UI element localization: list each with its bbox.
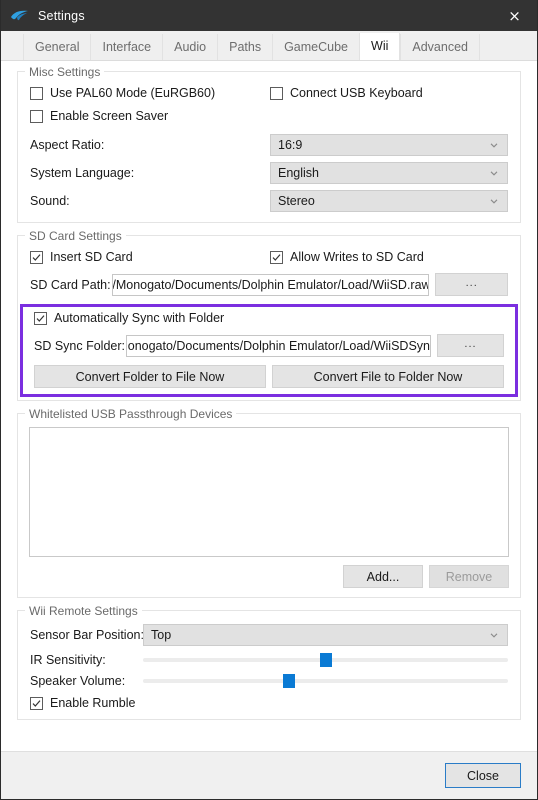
ir-sensitivity-slider[interactable] [143, 652, 508, 668]
sd-card-path-input[interactable]: /Monogato/Documents/Dolphin Emulator/Loa… [112, 273, 430, 296]
sd-sync-folder-label: SD Sync Folder: [34, 338, 126, 353]
sensor-bar-position-label: Sensor Bar Position: [30, 628, 144, 642]
aspect-ratio-select[interactable]: 16:9 [270, 134, 508, 156]
enable-rumble-checkbox[interactable]: Enable Rumble [30, 696, 135, 710]
slider-handle[interactable] [283, 674, 295, 688]
sound-select[interactable]: Stereo [270, 190, 508, 212]
auto-sync-label: Automatically Sync with Folder [54, 311, 225, 325]
tab-paths[interactable]: Paths [217, 34, 273, 60]
sd-sync-folder-browse-button[interactable]: ... [437, 334, 504, 357]
sensor-bar-position-select[interactable]: Top [143, 624, 508, 646]
remove-device-button[interactable]: Remove [429, 565, 509, 588]
speaker-volume-slider[interactable] [143, 673, 508, 689]
use-pal60-label: Use PAL60 Mode (EuRGB60) [50, 86, 216, 100]
use-pal60-checkbox[interactable]: Use PAL60 Mode (EuRGB60) [30, 86, 270, 100]
sd-card-path-value: /Monogato/Documents/Dolphin Emulator/Loa… [112, 277, 430, 292]
chevron-down-icon [490, 199, 498, 204]
tab-audio[interactable]: Audio [162, 34, 218, 60]
system-language-value: English [278, 166, 319, 180]
insert-sd-card-label: Insert SD Card [50, 250, 133, 264]
slider-handle[interactable] [319, 653, 332, 667]
checkbox-box [30, 86, 43, 100]
sensor-bar-position-value: Top [151, 628, 172, 642]
connect-usb-keyboard-checkbox[interactable]: Connect USB Keyboard [270, 86, 423, 100]
checkbox-box [30, 250, 43, 264]
sd-card-settings-group: SD Card Settings Insert SD Card Allow Wr… [17, 229, 521, 401]
add-device-button[interactable]: Add... [343, 565, 423, 588]
usb-passthrough-title: Whitelisted USB Passthrough Devices [25, 407, 237, 421]
sd-sync-section: Automatically Sync with Folder SD Sync F… [20, 304, 518, 397]
usb-passthrough-group: Whitelisted USB Passthrough Devices Add.… [17, 407, 521, 598]
system-language-select[interactable]: English [270, 162, 508, 184]
dialog-footer: Close [1, 751, 537, 799]
sd-card-path-browse-button[interactable]: ... [435, 273, 509, 296]
checkbox-box [34, 311, 47, 325]
aspect-ratio-label: Aspect Ratio: [30, 138, 105, 152]
tab-gamecube[interactable]: GameCube [272, 34, 360, 60]
tab-wii[interactable]: Wii [359, 33, 401, 60]
sd-card-path-label: SD Card Path: [30, 277, 111, 292]
title-bar: Settings × [1, 0, 537, 31]
enable-screen-saver-checkbox[interactable]: Enable Screen Saver [30, 109, 168, 123]
slider-track [143, 679, 508, 683]
misc-settings-title: Misc Settings [25, 65, 105, 79]
enable-rumble-label: Enable Rumble [50, 696, 136, 710]
checkbox-box [30, 109, 43, 123]
enable-screen-saver-label: Enable Screen Saver [50, 109, 169, 123]
sound-value: Stereo [278, 194, 315, 208]
checkbox-box [30, 696, 43, 710]
insert-sd-card-checkbox[interactable]: Insert SD Card [30, 250, 270, 264]
window-title: Settings [38, 8, 85, 23]
window-close-icon[interactable]: × [492, 0, 537, 31]
allow-writes-label: Allow Writes to SD Card [290, 250, 424, 264]
aspect-ratio-value: 16:9 [278, 138, 303, 152]
sd-sync-folder-input[interactable]: onogato/Documents/Dolphin Emulator/Load/… [125, 334, 432, 357]
speaker-volume-label: Speaker Volume: [30, 674, 126, 688]
wii-remote-settings-title: Wii Remote Settings [25, 604, 142, 618]
system-language-label: System Language: [30, 166, 135, 180]
misc-settings-group: Misc Settings Use PAL60 Mode (EuRGB60) C… [17, 65, 521, 223]
close-button[interactable]: Close [445, 763, 521, 788]
usb-device-list[interactable] [29, 427, 509, 557]
connect-usb-keyboard-label: Connect USB Keyboard [290, 86, 423, 100]
chevron-down-icon [490, 171, 498, 176]
tab-bar: General Interface Audio Paths GameCube W… [1, 31, 537, 61]
wii-settings-panel: Misc Settings Use PAL60 Mode (EuRGB60) C… [1, 61, 537, 768]
checkbox-box [270, 86, 283, 100]
chevron-down-icon [490, 633, 498, 638]
tab-strip-filler [478, 34, 537, 60]
chevron-down-icon [490, 143, 498, 148]
allow-writes-checkbox[interactable]: Allow Writes to SD Card [270, 250, 424, 264]
tab-advanced[interactable]: Advanced [400, 34, 479, 60]
ir-sensitivity-label: IR Sensitivity: [30, 653, 106, 667]
dolphin-icon [11, 10, 28, 20]
sound-label: Sound: [30, 194, 70, 208]
tab-general[interactable]: General [23, 34, 91, 60]
tab-interface[interactable]: Interface [90, 34, 163, 60]
wii-remote-settings-group: Wii Remote Settings Sensor Bar Position:… [17, 604, 521, 720]
auto-sync-checkbox[interactable]: Automatically Sync with Folder [34, 311, 224, 325]
sd-card-settings-title: SD Card Settings [25, 229, 126, 243]
sd-sync-folder-value: onogato/Documents/Dolphin Emulator/Load/… [127, 338, 432, 353]
convert-folder-to-file-button[interactable]: Convert Folder to File Now [34, 365, 266, 388]
settings-window: Settings × General Interface Audio Paths… [0, 0, 538, 800]
convert-file-to-folder-button[interactable]: Convert File to Folder Now [272, 365, 504, 388]
checkbox-box [270, 250, 283, 264]
